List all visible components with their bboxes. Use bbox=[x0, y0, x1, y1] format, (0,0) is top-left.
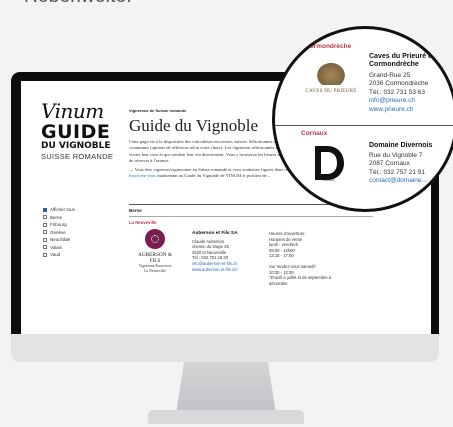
page-title: Guide du Vignoble bbox=[129, 116, 258, 135]
logo-vinum[interactable]: Vinum bbox=[41, 99, 104, 123]
checkbox[interactable] bbox=[43, 207, 47, 212]
register-link[interactable]: Inscrivez-vous bbox=[129, 173, 156, 178]
estate-address: Caves du Prieuré de Cormondrèche Grand-Ru… bbox=[369, 53, 436, 114]
estate-email-link[interactable]: info@auberson-et-fils.ch bbox=[192, 261, 238, 267]
estate-address: Auberson et Fils SA Claude Auberson chem… bbox=[192, 231, 238, 272]
estate-website-link[interactable]: www.auberson-et-fils.ch/ bbox=[192, 267, 238, 273]
divider bbox=[275, 125, 453, 126]
logo-du-vignoble: DU VIGNOBLE bbox=[41, 141, 111, 151]
domaine-logo-caption: Divernois bbox=[323, 178, 336, 182]
estate-logo-name: AUBERSON & FILS bbox=[138, 252, 172, 264]
town-heading: Cormondrèche bbox=[305, 43, 352, 50]
filter-item-valais[interactable]: Valais bbox=[43, 244, 75, 252]
estate-address: Domaine Divernois Rue du Vignoble 7 2087… bbox=[369, 142, 432, 186]
monitor-chin bbox=[11, 334, 439, 362]
estate-street: Rue du Vignoble 7 bbox=[369, 152, 423, 159]
monitor-stand-base bbox=[148, 410, 304, 424]
caption-text: Rebenweite. bbox=[24, 0, 132, 8]
estate-city: 2087 Cornaux bbox=[369, 160, 410, 168]
estate-email-link[interactable]: info@prieure.ch bbox=[369, 97, 436, 105]
estate-logo[interactable]: CAVES DU PRIEURÉ bbox=[295, 61, 367, 94]
estate-phone: Tél.: 032 757 21 91 bbox=[369, 168, 426, 176]
grape-logo-icon bbox=[145, 229, 165, 249]
filter-item-berne[interactable]: Berne bbox=[43, 214, 75, 222]
estate-website-link[interactable]: www.prieure.ch bbox=[369, 106, 436, 114]
region-heading: Berne bbox=[129, 208, 142, 213]
estate-city: 2036 Cormondrèche bbox=[369, 80, 429, 88]
filter-item-vaud[interactable]: Vaud bbox=[43, 251, 75, 259]
town-heading: La Neuveville bbox=[129, 220, 157, 225]
estate-name: Caves du Prieuré de Cormondrèche bbox=[369, 53, 437, 68]
estate-street: Grand-Rue 25 bbox=[369, 72, 411, 79]
estate-name: Domaine Divernois bbox=[369, 142, 433, 149]
checkbox[interactable] bbox=[43, 222, 47, 227]
filter-label: Berne bbox=[50, 214, 63, 220]
filter-label: Valais bbox=[50, 244, 62, 250]
filter-label: Afficher tous bbox=[50, 207, 75, 213]
canton-filter-list: Afficher tous Berne Fribourg Genève Neuc… bbox=[43, 206, 75, 259]
barrel-illustration-icon bbox=[315, 61, 347, 85]
filter-label: Fribourg bbox=[50, 222, 67, 228]
page-eyebrow: Vignerons de Suisse romande bbox=[129, 108, 187, 113]
estate-logo-town: La Neuveville bbox=[144, 268, 166, 273]
estate-phone: Tél.: 032 731 53 63 bbox=[369, 88, 426, 96]
checkbox[interactable] bbox=[43, 245, 47, 250]
filter-label: Genève bbox=[50, 229, 66, 235]
magnifier-lens: Cormondrèche CAVES DU PRIEURÉ Caves du P… bbox=[272, 26, 453, 212]
estate-logo-sub: Vignerons-Encaveurs bbox=[138, 264, 172, 268]
checkbox[interactable] bbox=[43, 237, 47, 242]
estate-email-link[interactable]: contact@domaine... bbox=[369, 177, 432, 185]
estate-logo-caption: CAVES DU PRIEURÉ bbox=[305, 88, 357, 94]
opening-hours: Heures d'ouverture: Horaires de vente lu… bbox=[269, 231, 347, 286]
monitor-stand bbox=[176, 362, 276, 414]
logo-guide[interactable]: GUIDE bbox=[41, 121, 110, 143]
domaine-d-logo-icon[interactable]: Divernois bbox=[309, 143, 347, 183]
hours-note: *D'avril à juillet et de septembre à déc… bbox=[269, 275, 332, 286]
town-heading: Cornaux bbox=[301, 130, 328, 137]
filter-item-geneve[interactable]: Genève bbox=[43, 229, 75, 237]
filter-label: Neuchâtel bbox=[50, 237, 71, 243]
estate-logo[interactable]: AUBERSON & FILS Vignerons-Encaveurs La N… bbox=[133, 229, 177, 273]
intro-cta-post: maintenant au Guide du Vignoble de VINUM… bbox=[157, 173, 271, 179]
checkbox[interactable] bbox=[43, 215, 47, 220]
divider bbox=[129, 216, 373, 217]
checkbox[interactable] bbox=[43, 252, 47, 257]
checkbox[interactable] bbox=[43, 230, 47, 235]
filter-label: Vaud bbox=[50, 252, 61, 258]
filter-item-fribourg[interactable]: Fribourg bbox=[43, 221, 75, 229]
filter-item-neuchatel[interactable]: Neuchâtel bbox=[43, 236, 75, 244]
logo-suisse-romande: SUISSE ROMANDE bbox=[41, 152, 114, 161]
filter-item-all[interactable]: Afficher tous bbox=[43, 206, 75, 214]
estate-name: Auberson et Fils SA bbox=[192, 231, 238, 236]
